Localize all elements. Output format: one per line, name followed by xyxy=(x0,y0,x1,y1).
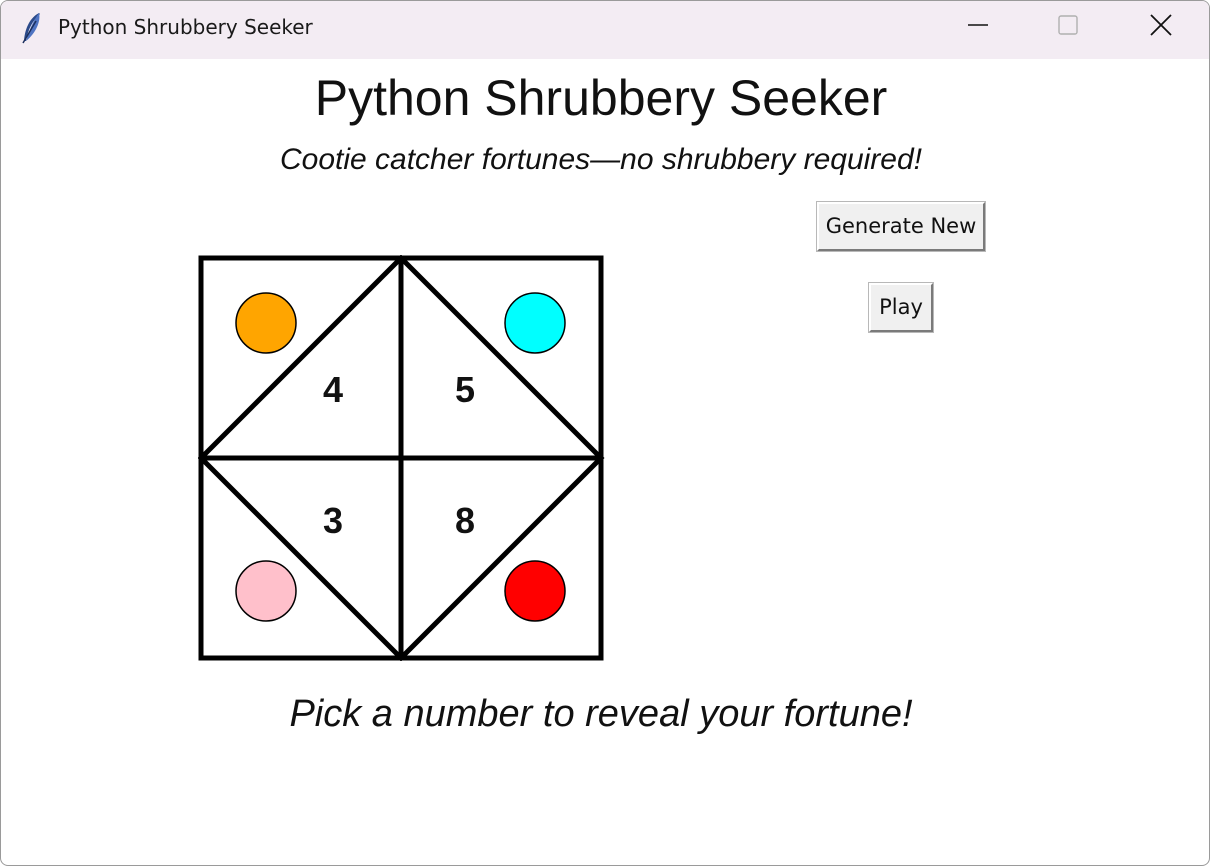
play-button[interactable]: Play xyxy=(869,283,933,332)
number-top-left[interactable]: 4 xyxy=(323,369,343,410)
maximize-button[interactable] xyxy=(1023,1,1113,51)
minimize-button[interactable] xyxy=(933,1,1023,51)
generate-new-button[interactable]: Generate New xyxy=(817,202,985,251)
number-bottom-left[interactable]: 3 xyxy=(323,500,343,541)
corner-flap-bottom-left[interactable] xyxy=(235,560,297,622)
instructions-text: Pick a number to reveal your fortune! xyxy=(289,693,913,735)
page-title: Python Shrubbery Seeker xyxy=(314,70,888,126)
close-icon xyxy=(1150,14,1172,36)
title-bar[interactable]: Python Shrubbery Seeker xyxy=(1,1,1209,59)
feather-icon xyxy=(22,13,40,44)
number-bottom-right[interactable]: 8 xyxy=(455,500,475,541)
minimize-icon xyxy=(968,24,988,26)
app-window: Python Shrubbery Seeker Python Shrubbery… xyxy=(0,0,1210,866)
corner-flap-top-right[interactable] xyxy=(504,292,566,354)
page-subtitle: Cootie catcher fortunes—no shrubbery req… xyxy=(279,143,922,176)
cootie-catcher-canvas[interactable]: 4 5 3 8 xyxy=(198,255,606,661)
maximize-icon xyxy=(1058,15,1078,35)
close-button[interactable] xyxy=(1116,1,1206,51)
main-content: Python Shrubbery Seeker Cootie catcher f… xyxy=(1,59,1209,865)
corner-flap-bottom-right[interactable] xyxy=(504,560,566,622)
number-top-right[interactable]: 5 xyxy=(455,369,475,410)
corner-flap-top-left[interactable] xyxy=(235,292,297,354)
window-title: Python Shrubbery Seeker xyxy=(58,15,313,39)
